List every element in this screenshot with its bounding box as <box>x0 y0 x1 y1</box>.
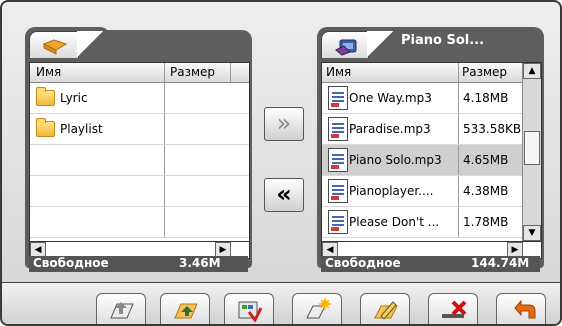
item-name: Playlist <box>60 122 103 136</box>
column-size-header[interactable]: Размер <box>170 65 215 79</box>
column-separator <box>164 114 165 144</box>
item-name: One Way.mp3 <box>349 91 432 105</box>
column-separator <box>458 83 459 113</box>
list-item[interactable] <box>30 145 249 176</box>
list-item[interactable]: Please Don't ... 1.78MB <box>322 207 541 238</box>
audio-file-icon <box>328 117 348 141</box>
storage-card-icon <box>335 39 357 56</box>
free-space-label: Свободное <box>325 256 401 270</box>
column-separator <box>458 63 459 82</box>
delete-icon <box>442 300 467 318</box>
left-pane-tab[interactable] <box>25 27 110 59</box>
list-item-selected[interactable]: Piano Solo.mp3 4.65MB <box>322 145 541 176</box>
column-separator <box>164 83 165 113</box>
audio-file-icon <box>328 86 348 110</box>
audio-file-icon <box>328 210 348 234</box>
left-pane: Имя Размер Lyric Playlist ◀ ▶ Свободное … <box>25 27 252 272</box>
right-tab-slant <box>367 31 393 57</box>
new-folder-button[interactable] <box>292 293 342 324</box>
new-folder-icon <box>306 298 331 319</box>
item-size: 533.58KB <box>463 122 522 136</box>
list-item[interactable] <box>30 176 249 207</box>
column-name-header[interactable]: Имя <box>36 65 61 79</box>
back-to-root-button[interactable] <box>96 293 146 324</box>
column-separator <box>164 207 165 237</box>
free-space-label: Свободное <box>33 256 109 270</box>
free-space-value: 144.74M <box>471 256 530 270</box>
left-tab-slant <box>77 31 103 57</box>
list-item[interactable]: Pianoplayer.... 4.38MB <box>322 176 541 207</box>
list-item[interactable]: Paradise.mp3 533.58KB <box>322 114 541 145</box>
item-size: 1.78MB <box>463 215 509 229</box>
delete-button[interactable] <box>428 293 478 324</box>
column-separator <box>230 63 231 82</box>
right-pane-tab[interactable]: Piano Sol... <box>317 27 544 59</box>
column-separator <box>164 145 165 175</box>
item-size: 4.65MB <box>463 153 509 167</box>
item-name: Paradise.mp3 <box>349 122 431 136</box>
item-name: Pianoplayer.... <box>349 184 434 198</box>
item-name: Please Don't ... <box>349 215 440 229</box>
column-separator <box>458 176 459 206</box>
left-file-list[interactable]: Имя Размер Lyric Playlist <box>29 62 250 242</box>
audio-file-icon <box>328 179 348 203</box>
current-folder-title: Piano Sol... <box>401 33 485 48</box>
folder-icon <box>36 87 55 106</box>
scroll-up-icon[interactable]: ▲ <box>523 63 541 79</box>
left-tab-cap <box>29 31 79 58</box>
select-icon <box>238 301 263 322</box>
scroll-down-icon[interactable]: ▼ <box>523 225 541 241</box>
list-item[interactable]: Lyric <box>30 83 249 114</box>
left-free-space-bar: Свободное 3.46M <box>29 256 248 272</box>
rename-button[interactable] <box>360 293 410 324</box>
copy-to-left-button[interactable]: « <box>264 178 304 212</box>
column-separator <box>164 63 165 82</box>
bottom-toolbar <box>2 282 560 324</box>
column-separator <box>458 207 459 237</box>
right-pane: Piano Sol... Имя Размер One Way.mp3 4.18… <box>317 27 544 272</box>
left-list-header: Имя Размер <box>30 63 249 83</box>
free-space-value: 3.46M <box>179 256 221 270</box>
list-item[interactable]: One Way.mp3 4.18MB <box>322 83 541 114</box>
rename-icon <box>374 301 398 320</box>
return-icon <box>514 299 536 319</box>
folder-icon <box>36 118 55 137</box>
item-size: 4.18MB <box>463 91 509 105</box>
column-separator <box>458 145 459 175</box>
scroll-thumb[interactable] <box>524 131 540 165</box>
item-name: Lyric <box>60 91 88 105</box>
up-folder-button[interactable] <box>160 293 210 324</box>
select-button[interactable] <box>224 293 274 324</box>
back-to-root-icon <box>110 302 134 319</box>
column-separator <box>164 176 165 206</box>
column-size-header[interactable]: Размер <box>462 65 507 79</box>
item-name: Piano Solo.mp3 <box>349 153 442 167</box>
right-list-header: Имя Размер <box>322 63 541 83</box>
right-file-list[interactable]: Имя Размер One Way.mp3 4.18MB Paradise.m… <box>321 62 542 242</box>
right-vertical-scrollbar[interactable]: ▲ ▼ <box>522 63 541 241</box>
column-separator <box>458 114 459 144</box>
file-manager-window: Имя Размер Lyric Playlist ◀ ▶ Свободное … <box>0 0 562 326</box>
item-size: 4.38MB <box>463 184 509 198</box>
audio-file-icon <box>328 148 348 172</box>
copy-to-right-button[interactable]: » <box>264 107 304 141</box>
up-folder-icon <box>174 303 198 319</box>
list-item[interactable]: Playlist <box>30 114 249 145</box>
folder-tab-icon <box>42 39 68 55</box>
right-free-space-bar: Свободное 144.74M <box>321 256 540 272</box>
column-name-header[interactable]: Имя <box>326 65 351 79</box>
return-button[interactable] <box>496 293 546 324</box>
list-item[interactable] <box>30 207 249 238</box>
right-tab-cap <box>321 31 369 58</box>
